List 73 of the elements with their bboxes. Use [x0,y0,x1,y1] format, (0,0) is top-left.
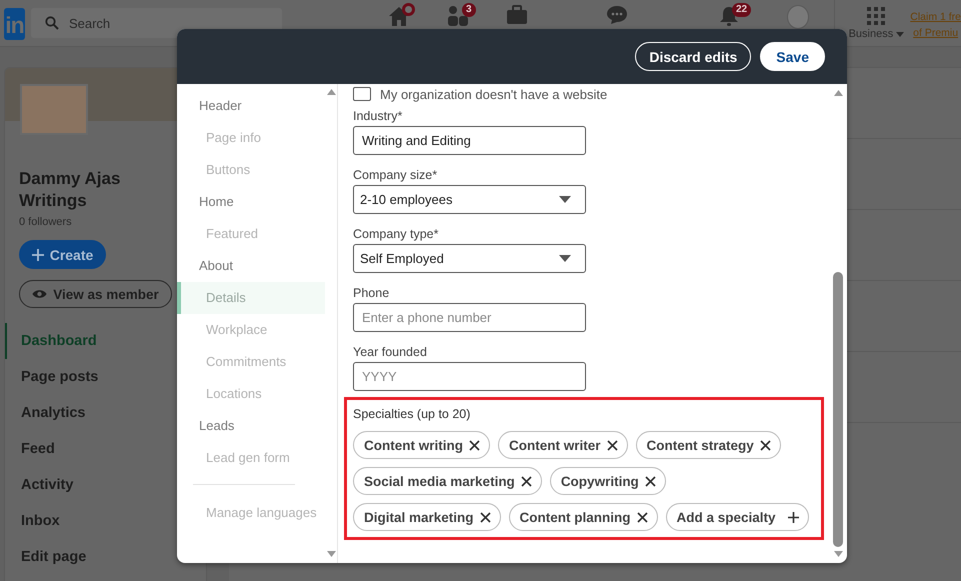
section-nav-item[interactable]: Details [177,282,325,314]
field-label: Industry* [353,108,404,125]
chat-icon[interactable] [606,5,628,25]
photo-placeholder [20,84,88,135]
follower-count: 0 followers [19,216,73,228]
section-nav-item[interactable]: About [177,250,325,282]
remove-icon[interactable] [468,440,480,450]
section-nav-item[interactable]: Home [177,186,325,218]
add-specialty-button[interactable]: Add a specialty [666,503,809,531]
remove-icon[interactable] [520,476,532,486]
eye-icon [32,289,48,299]
field-label: Company type* [353,226,440,243]
scroll-down-icon[interactable] [834,551,842,557]
input-field[interactable]: YYYY [353,362,586,391]
tag-label: Digital marketing [364,510,474,524]
specialty-tag[interactable]: Content strategy [636,431,781,459]
briefcase-icon[interactable] [506,5,528,25]
plus-icon [32,248,44,260]
field-label: Year founded [353,344,428,361]
notification-count: 22 [732,3,752,17]
discard-button[interactable]: Discard edits [635,42,752,71]
section-nav-item[interactable]: Leads [177,410,325,442]
specialty-tag[interactable]: Social media marketing [353,467,542,495]
remove-icon[interactable] [606,440,618,450]
scroll-down-icon[interactable] [326,551,336,557]
specialty-tag[interactable]: Content writer [498,431,628,459]
specialty-tag[interactable]: Digital marketing [353,503,501,531]
tag-label: Content writer [508,438,600,452]
field-label: Specialties (up to 20) [353,406,472,423]
caret-icon [559,196,571,203]
business-menu[interactable]: Business [848,28,894,40]
remove-icon[interactable] [644,476,656,486]
grid-icon[interactable] [867,7,886,25]
tag-label: Content planning [520,510,631,524]
page-name: Dammy Ajas Writings [19,168,122,212]
specialty-tag[interactable]: Content writing [353,431,490,459]
dropdown-field[interactable]: 2-10 employees [353,185,586,214]
manage-languages-link[interactable]: Manage languages [177,497,325,529]
input-field[interactable]: Enter a phone number [353,303,586,332]
save-button[interactable]: Save [760,42,825,71]
create-button[interactable]: Create [19,240,106,269]
tag-label: Content strategy [646,438,754,452]
logo[interactable]: in [4,8,25,40]
premium-link[interactable]: of Premiu [913,25,958,41]
section-nav-item[interactable]: Header [177,90,325,122]
specialty-tag[interactable]: Content planning [508,503,658,531]
input-field[interactable]: Writing and Editing [353,126,586,155]
tag-label: Social media marketing [364,474,515,488]
notification-count: 3 [462,3,476,17]
checkbox-label: My organization doesn't have a website [380,86,608,102]
remove-icon[interactable] [760,440,771,450]
field-label: Company size* [353,167,438,184]
scroll-up-icon[interactable] [834,90,842,96]
specialty-tag[interactable]: Copywriting [550,467,666,495]
field-label: Phone [353,285,390,302]
section-nav-item[interactable]: Lead gen form [177,442,325,474]
section-nav-item[interactable]: Buttons [177,154,325,186]
plus-icon [788,512,799,522]
caret-icon [896,32,904,36]
section-nav-item[interactable]: Locations [177,378,325,410]
tag-label: Content writing [364,438,463,452]
remove-icon[interactable] [480,512,491,522]
scroll-up-icon[interactable] [326,89,336,95]
section-nav-item[interactable]: Page info [177,122,325,154]
premium-link[interactable]: Claim 1 fre [910,9,961,25]
section-nav-item[interactable]: Featured [177,218,325,250]
dropdown-field[interactable]: Self Employed [353,244,586,273]
tag-label: Copywriting [560,474,639,488]
view-as-member-button[interactable]: View as member [19,280,172,308]
remove-icon[interactable] [636,512,648,522]
scrollbar-thumb[interactable] [833,272,843,547]
checkbox[interactable] [353,87,371,101]
caret-icon [559,255,571,262]
